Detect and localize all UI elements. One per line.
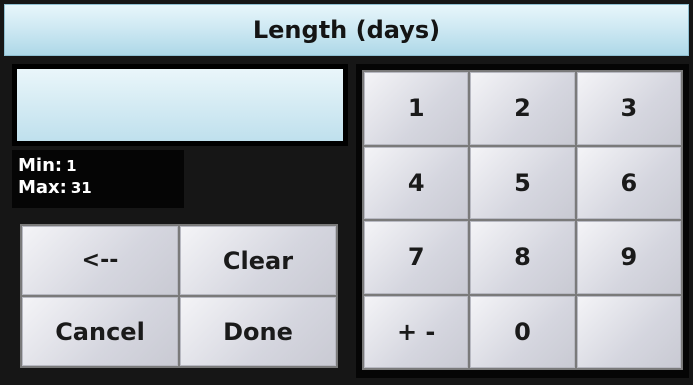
key-9[interactable]: 9: [576, 221, 681, 294]
sign-toggle-button[interactable]: + -: [364, 295, 469, 368]
clear-button[interactable]: Clear: [180, 226, 336, 295]
blank-key: [576, 295, 681, 368]
key-4[interactable]: 4: [364, 146, 469, 219]
min-label: Min:: [18, 155, 63, 176]
key-8[interactable]: 8: [470, 221, 575, 294]
action-keypad: <-- Clear Cancel Done: [20, 224, 338, 368]
key-5[interactable]: 5: [470, 146, 575, 219]
min-row: Min: 1: [18, 155, 184, 177]
numeric-keypad: 1 2 3 4 5 6 7 8 9 + - 0: [362, 70, 683, 370]
key-3[interactable]: 3: [576, 72, 681, 145]
title-bar: Length (days): [4, 4, 689, 56]
key-1[interactable]: 1: [364, 72, 469, 145]
backspace-button[interactable]: <--: [22, 226, 178, 295]
cancel-button[interactable]: Cancel: [22, 297, 178, 366]
max-row: Max: 31: [18, 177, 184, 199]
done-button[interactable]: Done: [180, 297, 336, 366]
min-value: 1: [66, 157, 77, 175]
value-display-frame: [12, 64, 348, 146]
page-title: Length (days): [252, 16, 441, 44]
key-0[interactable]: 0: [470, 295, 575, 368]
key-7[interactable]: 7: [364, 221, 469, 294]
key-2[interactable]: 2: [470, 72, 575, 145]
numeric-keypad-panel: 1 2 3 4 5 6 7 8 9 + - 0: [356, 64, 689, 378]
range-info: Min: 1 Max: 31: [12, 150, 184, 208]
key-6[interactable]: 6: [576, 146, 681, 219]
max-value: 31: [70, 179, 92, 197]
value-display: [17, 69, 343, 141]
max-label: Max:: [18, 177, 67, 198]
